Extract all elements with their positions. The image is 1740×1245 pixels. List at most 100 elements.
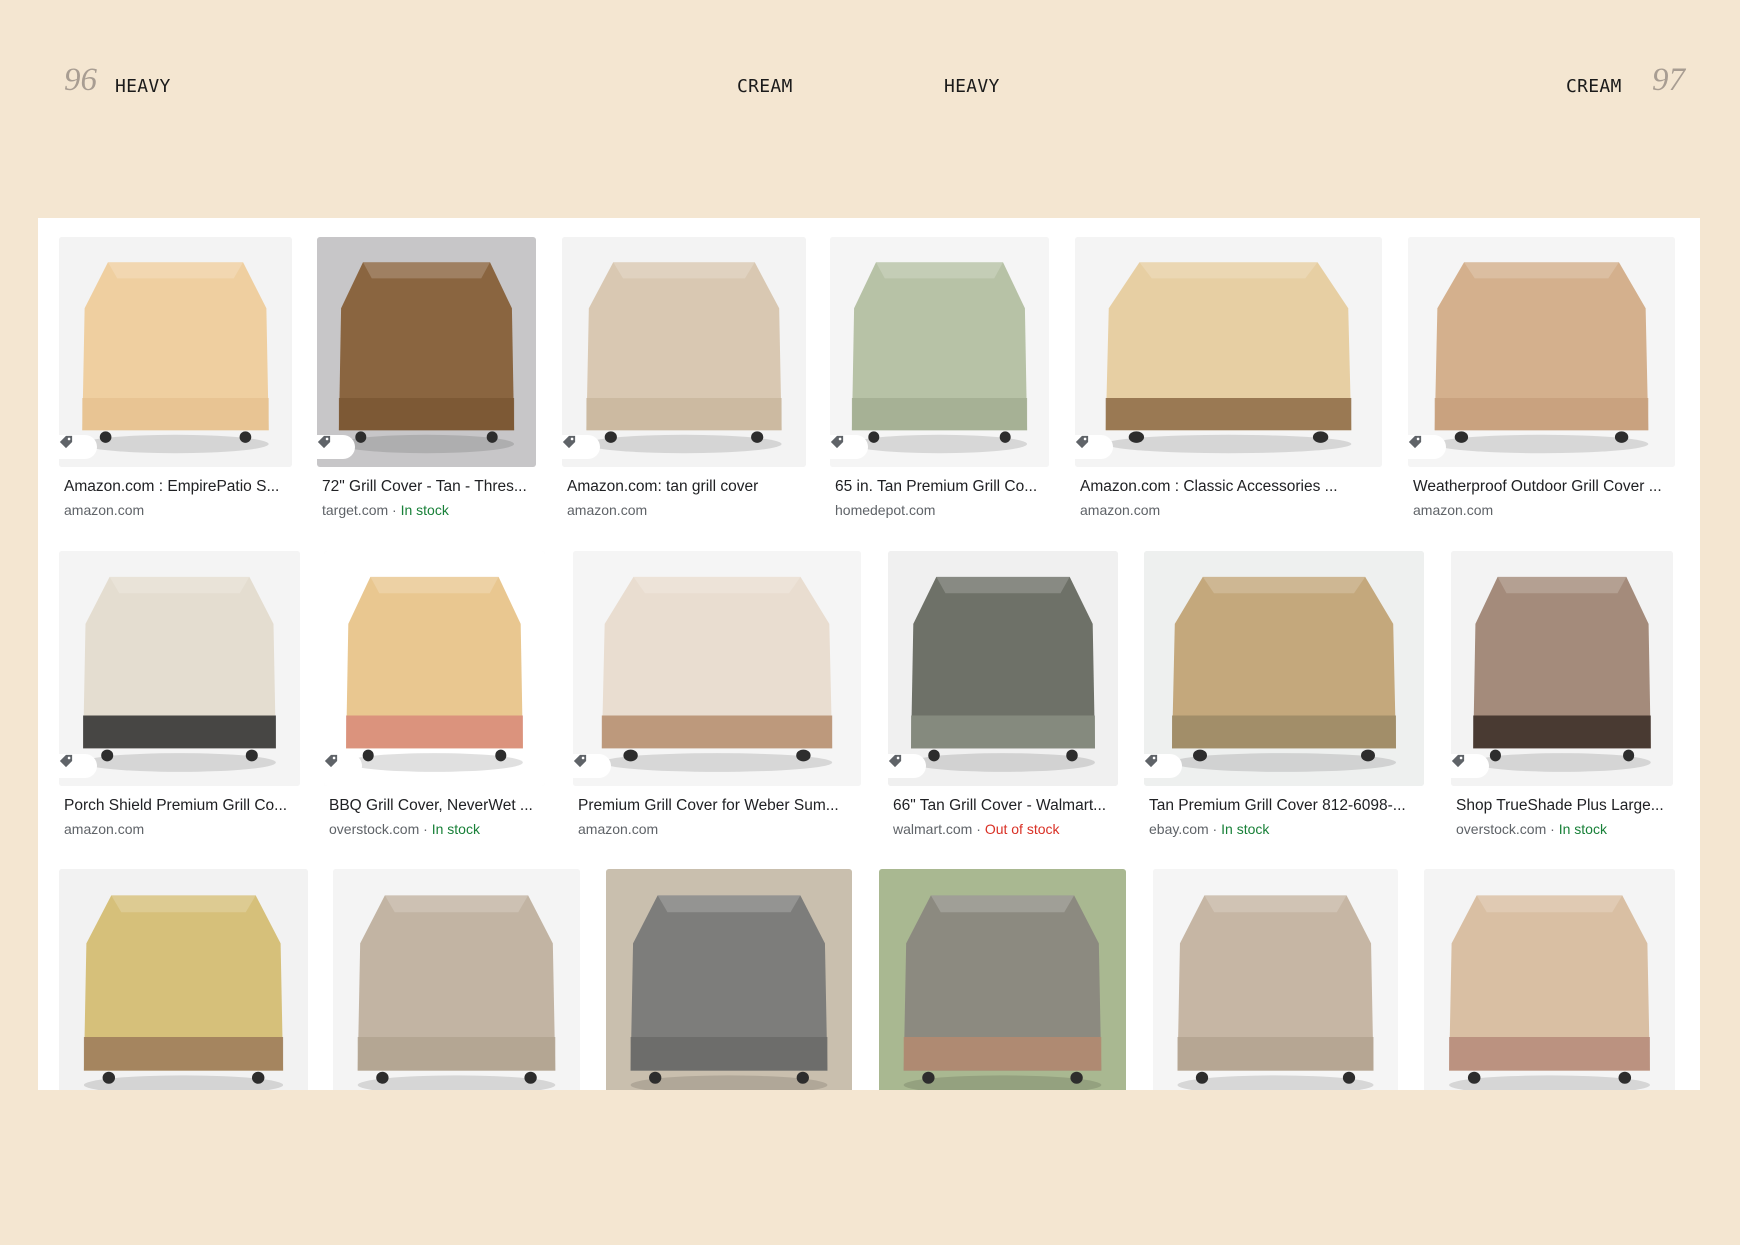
- result-title[interactable]: Porch Shield Premium Grill Co...: [64, 797, 300, 815]
- image-result-tile[interactable]: 66" Tan Grill Cover - Walmart... walmart.…: [888, 551, 1118, 851]
- result-source: amazon.com: [64, 502, 144, 518]
- result-title[interactable]: Amazon.com : Classic Accessories ...: [1080, 478, 1382, 496]
- result-thumbnail[interactable]: [573, 551, 861, 786]
- price-tag-icon: [59, 754, 73, 768]
- image-result-tile[interactable]: [606, 869, 852, 1090]
- result-thumbnail[interactable]: [317, 237, 536, 467]
- result-thumbnail[interactable]: [1408, 237, 1675, 467]
- source-separator: ·: [972, 821, 985, 837]
- result-title[interactable]: Tan Premium Grill Cover 812-6098-...: [1149, 797, 1424, 815]
- result-domain: walmart.com: [893, 821, 973, 837]
- image-result-tile[interactable]: Amazon.com : Classic Accessories ... amaz…: [1075, 237, 1382, 532]
- price-tag-badge: [59, 754, 97, 778]
- price-tag-badge: [573, 754, 611, 778]
- price-tag-badge: [830, 435, 868, 459]
- result-domain: amazon.com: [578, 821, 659, 837]
- result-title[interactable]: Amazon.com: tan grill cover: [567, 478, 806, 496]
- result-title[interactable]: BBQ Grill Cover, NeverWet ...: [329, 797, 545, 815]
- price-tag-icon: [1144, 754, 1158, 768]
- result-domain: overstock.com: [1456, 821, 1547, 837]
- left-heading-heavy: HEAVY: [115, 76, 171, 97]
- result-source: ebay.com · In stock: [1149, 821, 1269, 837]
- result-title[interactable]: Premium Grill Cover for Weber Sum...: [578, 797, 861, 815]
- image-result-tile[interactable]: Shop TrueShade Plus Large... overstock.co…: [1451, 551, 1673, 851]
- result-domain: amazon.com: [1413, 502, 1494, 518]
- result-source: amazon.com: [578, 821, 658, 837]
- image-result-tile[interactable]: Premium Grill Cover for Weber Sum... amaz…: [573, 551, 861, 851]
- price-tag-icon: [830, 435, 844, 449]
- price-tag-icon: [317, 435, 331, 449]
- result-title[interactable]: Amazon.com : EmpirePatio S...: [64, 478, 292, 496]
- right-heading-heavy: HEAVY: [944, 76, 1000, 97]
- price-tag-badge: [1075, 435, 1113, 459]
- result-thumbnail[interactable]: [59, 551, 300, 786]
- price-tag-badge: [1144, 754, 1182, 778]
- page-number-right: 97: [1652, 62, 1685, 98]
- image-result-tile[interactable]: Amazon.com: tan grill cover amazon.com: [562, 237, 806, 532]
- price-tag-icon: [888, 754, 902, 768]
- source-separator: ·: [388, 502, 401, 518]
- stock-status: Out of stock: [984, 821, 1060, 837]
- stock-status: In stock: [1558, 821, 1607, 837]
- result-thumbnail[interactable]: [59, 237, 292, 467]
- result-thumbnail[interactable]: [324, 551, 545, 786]
- result-thumbnail[interactable]: [1075, 237, 1382, 467]
- result-thumbnail[interactable]: [879, 869, 1126, 1090]
- price-tag-badge: [324, 754, 362, 778]
- image-result-tile[interactable]: Tan Premium Grill Cover 812-6098-... ebay…: [1144, 551, 1424, 851]
- result-title[interactable]: 65 in. Tan Premium Grill Co...: [835, 478, 1049, 496]
- image-results-panel: Amazon.com : EmpirePatio S... amazon.com 7…: [38, 218, 1700, 1090]
- result-source: amazon.com: [64, 821, 144, 837]
- price-tag-icon: [1451, 754, 1465, 768]
- result-title[interactable]: Weatherproof Outdoor Grill Cover ...: [1413, 478, 1675, 496]
- image-result-tile[interactable]: 72" Grill Cover - Tan - Thres... target.c…: [317, 237, 536, 532]
- price-tag-icon: [1408, 435, 1422, 449]
- result-thumbnail[interactable]: [1153, 869, 1398, 1090]
- result-domain: ebay.com: [1149, 821, 1209, 837]
- result-thumbnail[interactable]: [1144, 551, 1424, 786]
- price-tag-icon: [324, 754, 338, 768]
- result-thumbnail[interactable]: [888, 551, 1118, 786]
- page-number-left: 96: [64, 62, 97, 98]
- price-tag-icon: [562, 435, 576, 449]
- result-thumbnail[interactable]: [59, 869, 308, 1090]
- result-title[interactable]: 72" Grill Cover - Tan - Thres...: [322, 478, 536, 496]
- price-tag-badge: [1451, 754, 1489, 778]
- price-tag-badge: [59, 435, 97, 459]
- image-result-tile[interactable]: [59, 869, 308, 1090]
- image-result-tile[interactable]: [1153, 869, 1398, 1090]
- stock-status: In stock: [431, 821, 480, 837]
- result-source: homedepot.com: [835, 502, 935, 518]
- result-domain: overstock.com: [329, 821, 420, 837]
- result-source: overstock.com · In stock: [329, 821, 480, 837]
- result-title[interactable]: 66" Tan Grill Cover - Walmart...: [893, 797, 1118, 815]
- source-separator: ·: [1546, 821, 1559, 837]
- result-domain: homedepot.com: [835, 502, 936, 518]
- image-result-tile[interactable]: [333, 869, 580, 1090]
- source-separator: ·: [1208, 821, 1222, 837]
- result-thumbnail[interactable]: [562, 237, 806, 467]
- image-result-tile[interactable]: Porch Shield Premium Grill Co... amazon.c…: [59, 551, 300, 851]
- result-thumbnail[interactable]: [830, 237, 1049, 467]
- left-heading-cream: CREAM: [737, 76, 793, 97]
- result-thumbnail[interactable]: [606, 869, 852, 1090]
- result-thumbnail[interactable]: [333, 869, 580, 1090]
- result-domain: amazon.com: [1080, 502, 1161, 518]
- result-title[interactable]: Shop TrueShade Plus Large...: [1456, 797, 1673, 815]
- source-separator: ·: [419, 821, 432, 837]
- price-tag-badge: [317, 435, 355, 459]
- price-tag-icon: [1075, 435, 1089, 449]
- image-result-tile[interactable]: [879, 869, 1126, 1090]
- image-result-tile[interactable]: Amazon.com : EmpirePatio S... amazon.com: [59, 237, 292, 532]
- price-tag-icon: [59, 435, 73, 449]
- result-source: overstock.com · In stock: [1456, 821, 1607, 837]
- image-result-tile[interactable]: Weatherproof Outdoor Grill Cover ... amaz…: [1408, 237, 1675, 532]
- image-result-tile[interactable]: [1424, 869, 1675, 1090]
- stock-status: In stock: [1221, 821, 1270, 837]
- result-thumbnail[interactable]: [1424, 869, 1675, 1090]
- image-result-tile[interactable]: BBQ Grill Cover, NeverWet ... overstock.c…: [324, 551, 545, 851]
- result-domain: amazon.com: [64, 502, 145, 518]
- result-thumbnail[interactable]: [1451, 551, 1673, 786]
- image-result-tile[interactable]: 65 in. Tan Premium Grill Co... homedepot.…: [830, 237, 1049, 532]
- right-heading-cream: CREAM: [1566, 76, 1622, 97]
